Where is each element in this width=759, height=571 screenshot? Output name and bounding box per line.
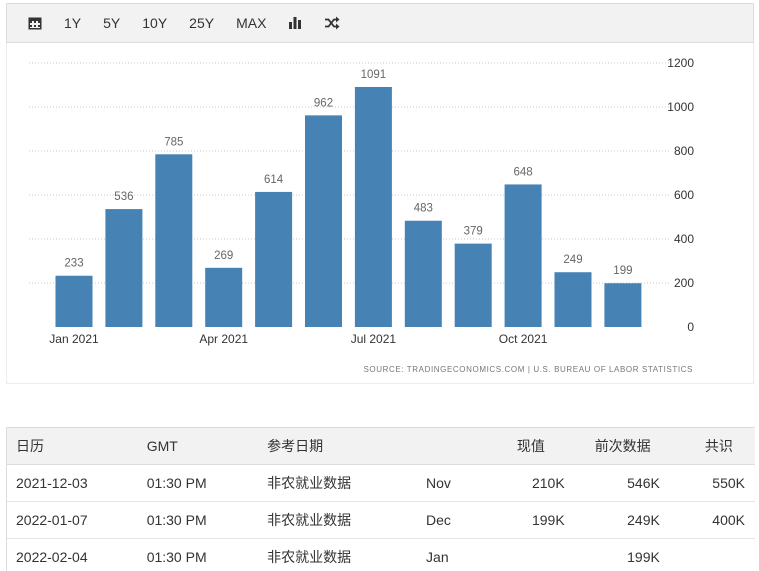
y-tick-label: 0 (687, 320, 694, 334)
row-consensus: 400K (712, 512, 745, 528)
row-previous: 546K (627, 475, 660, 491)
calendar-icon (28, 17, 42, 30)
row-event-link[interactable]: 非农就业数据 (267, 539, 426, 571)
range-25y-button[interactable]: 25Y (178, 3, 225, 43)
bar-value-label: 233 (64, 258, 83, 270)
header-consensus: 共识 (659, 427, 755, 465)
bar[interactable] (55, 275, 93, 327)
bar[interactable] (454, 243, 492, 327)
row-time: 01:30 PM (146, 475, 207, 491)
header-actual: 现值 (496, 427, 565, 465)
range-1y-button[interactable]: 1Y (53, 3, 92, 43)
calendar-table: 日历 GMT 参考日期 现值 前次数据 共识 2021-12-03 01:30 … (6, 427, 755, 571)
row-period: Jan (426, 549, 449, 565)
bar[interactable] (155, 154, 193, 327)
row-consensus (660, 539, 755, 571)
y-tick-label: 1200 (667, 56, 694, 70)
range-10y-button[interactable]: 10Y (131, 3, 178, 43)
range-max-button[interactable]: MAX (225, 3, 277, 43)
row-event-link[interactable]: 非农就业数据 (267, 502, 426, 539)
calendar-table-wrap: 日历 GMT 参考日期 现值 前次数据 共识 2021-12-03 01:30 … (6, 427, 755, 571)
bar-chart-icon (289, 17, 302, 29)
bar-value-label: 962 (314, 97, 333, 109)
y-tick-label: 400 (674, 232, 694, 246)
bar-value-label: 785 (164, 136, 183, 148)
x-tick-label: Oct 2021 (499, 332, 548, 346)
table-left-edge (6, 427, 7, 571)
bar-value-label: 269 (214, 250, 233, 262)
x-tick-label: Jul 2021 (351, 332, 397, 346)
bar-value-label: 1091 (361, 69, 387, 81)
header-reference-date: 参考日期 (267, 427, 427, 465)
y-tick-label: 600 (674, 188, 694, 202)
bar[interactable] (404, 220, 442, 327)
bar-value-label: 648 (514, 166, 533, 178)
y-tick-label: 200 (674, 276, 694, 290)
bar-chart: 233 536 785 269 614 962 1091 483 379 648 249 199 0 2… (29, 56, 694, 374)
row-date: 2021-12-03 (16, 475, 88, 491)
table-row: 2022-02-04 01:30 PM 非农就业数据 Jan 199K (6, 539, 755, 571)
bar-value-label: 249 (563, 254, 582, 266)
table-header-row: 日历 GMT 参考日期 现值 前次数据 共识 (6, 427, 755, 465)
row-date: 2022-02-04 (16, 549, 88, 565)
row-date: 2022-01-07 (16, 512, 88, 528)
chart-type-button[interactable] (277, 3, 313, 43)
bar-value-label: 199 (613, 265, 632, 277)
row-time: 01:30 PM (146, 512, 207, 528)
compare-button[interactable] (313, 3, 351, 43)
header-gmt: GMT (146, 427, 268, 465)
chart-toolbar: 1Y 5Y 10Y 25Y MAX (6, 3, 754, 43)
calendar-button[interactable] (17, 3, 53, 43)
x-tick-label: Jan 2021 (49, 332, 99, 346)
row-period: Nov (426, 475, 451, 491)
row-event-link[interactable]: 非农就业数据 (267, 465, 426, 502)
y-tick-label: 1000 (667, 100, 694, 114)
bar[interactable] (504, 184, 542, 327)
table-row: 2022-01-07 01:30 PM 非农就业数据 Dec 199K 249K… (6, 502, 755, 539)
bar-value-label: 483 (414, 203, 433, 215)
bar[interactable] (255, 191, 293, 327)
chart-container: 233 536 785 269 614 962 1091 483 379 648 249 199 0 2… (6, 43, 754, 384)
range-5y-button[interactable]: 5Y (92, 3, 131, 43)
row-actual (497, 539, 565, 571)
header-period (426, 427, 497, 465)
bar[interactable] (354, 86, 392, 327)
bar-value-label: 614 (264, 174, 284, 186)
row-consensus: 550K (712, 475, 745, 491)
bar-value-label: 379 (464, 226, 483, 238)
row-previous: 249K (627, 512, 660, 528)
y-tick-label: 800 (674, 144, 694, 158)
header-previous: 前次数据 (564, 427, 660, 465)
row-previous: 199K (627, 549, 660, 565)
bar[interactable] (604, 283, 642, 327)
shuffle-icon (325, 16, 340, 30)
bar[interactable] (305, 115, 342, 327)
row-period: Dec (426, 512, 451, 528)
bar[interactable] (205, 267, 243, 327)
header-calendar: 日历 (6, 427, 147, 465)
chart-source: SOURCE: TRADINGECONOMICS.COM | U.S. BURE… (363, 365, 693, 374)
row-actual: 199K (531, 512, 565, 528)
table-row: 2021-12-03 01:30 PM 非农就业数据 Nov 210K 546K… (6, 465, 755, 502)
bar-value-label: 536 (114, 191, 133, 203)
bar[interactable] (554, 272, 592, 327)
row-time: 01:30 PM (146, 549, 207, 565)
x-tick-label: Apr 2021 (199, 332, 248, 346)
row-actual: 210K (531, 475, 565, 491)
bar[interactable] (105, 209, 143, 327)
